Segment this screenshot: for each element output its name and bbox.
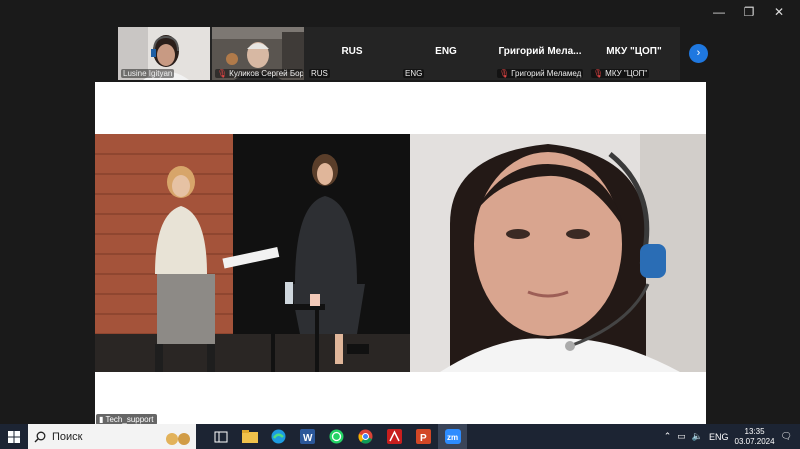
mic-muted-icon: 🎙	[499, 69, 510, 78]
word-button[interactable]: W	[293, 424, 322, 449]
panel-discussion-scene	[95, 134, 410, 372]
close-button[interactable]: ✕	[764, 4, 794, 20]
taskbar: Поиск W P zm ⌃ ▭ 🔈 ENG 13:35 03.07.2024 …	[0, 424, 800, 449]
participant-tile[interactable]: МКУ "ЦОП" 🎙 МКУ "ЦОП"	[588, 27, 680, 80]
powerpoint-button[interactable]: P	[409, 424, 438, 449]
participant-name: 🎙 МКУ "ЦОП"	[591, 69, 650, 78]
participant-display-name: МКУ "ЦОП"	[606, 46, 662, 57]
edge-button[interactable]	[264, 424, 293, 449]
zoom-window: — ❐ ✕ Lusine Igityan 🎙 Куликов Сергей Бо…	[0, 0, 800, 425]
participant-tile[interactable]: ENG ENG	[400, 27, 492, 80]
participant-name: 🎙 Григорий Меламед	[497, 69, 584, 78]
taskbar-apps: W P zm	[206, 424, 467, 449]
mic-muted-icon: 🎙	[217, 69, 228, 78]
zoom-button[interactable]: zm	[438, 424, 467, 449]
svg-text:zm: zm	[447, 433, 458, 442]
panel-video	[95, 134, 410, 372]
participant-strip: Lusine Igityan 🎙 Куликов Сергей Бор... RU…	[118, 27, 680, 80]
task-view-button[interactable]	[206, 424, 235, 449]
search-placeholder: Поиск	[52, 430, 83, 443]
volume-icon[interactable]: 🔈	[692, 431, 703, 442]
system-tray: ⌃ ▭ 🔈 ENG 13:35 03.07.2024 🗨	[664, 424, 800, 449]
participant-name: Lusine Igityan	[121, 69, 175, 78]
shared-screen	[95, 82, 706, 424]
notifications-icon[interactable]: 🗨	[781, 431, 792, 442]
participant-tile[interactable]: RUS RUS	[306, 27, 398, 80]
svg-text:P: P	[420, 433, 427, 444]
acrobat-icon	[387, 429, 402, 444]
search-icon	[34, 431, 46, 442]
participant-name: RUS	[309, 69, 330, 78]
clock-time: 13:35	[744, 426, 765, 436]
participant-tile[interactable]: Григорий Мела... 🎙 Григорий Меламед	[494, 27, 586, 80]
file-explorer-button[interactable]	[235, 424, 264, 449]
powerpoint-icon: P	[416, 429, 431, 444]
minimize-button[interactable]: —	[704, 4, 734, 20]
chevron-up-icon[interactable]: ⌃	[664, 431, 672, 442]
mic-muted-icon: 🎙	[593, 69, 604, 78]
windows-logo-icon	[8, 430, 20, 443]
participant-display-name: ENG	[435, 46, 457, 57]
speaker-scene	[410, 134, 706, 372]
clock[interactable]: 13:35 03.07.2024	[735, 427, 775, 447]
zoom-icon: zm	[444, 429, 461, 444]
signal-bars-icon: ▮	[99, 415, 104, 424]
restore-button[interactable]: ❐	[734, 4, 764, 20]
language-indicator[interactable]: ENG	[709, 432, 729, 442]
participant-tile[interactable]: 🎙 Куликов Сергей Бор...	[212, 27, 304, 80]
chrome-button[interactable]	[351, 424, 380, 449]
start-button[interactable]	[0, 424, 28, 449]
whatsapp-icon	[329, 429, 344, 444]
network-icon[interactable]: ▭	[677, 431, 686, 442]
next-page-button[interactable]: ›	[689, 44, 708, 63]
search-box[interactable]: Поиск	[28, 424, 196, 449]
participant-tile[interactable]: Lusine Igityan	[118, 27, 210, 80]
participant-name-text: Григорий Меламед	[511, 69, 582, 78]
chevron-right-icon: ›	[696, 47, 701, 59]
participant-name-text: МКУ "ЦОП"	[605, 69, 648, 78]
search-highlight-icon	[166, 432, 190, 445]
task-view-icon	[214, 431, 227, 442]
chrome-icon	[358, 429, 373, 444]
svg-text:W: W	[303, 433, 313, 444]
whatsapp-button[interactable]	[322, 424, 351, 449]
participant-display-name: Григорий Мела...	[498, 46, 582, 57]
participant-name-text: Куликов Сергей Бор...	[229, 69, 303, 78]
file-explorer-icon	[241, 430, 258, 443]
edge-icon	[271, 429, 286, 444]
acrobat-button[interactable]	[380, 424, 409, 449]
window-controls: — ❐ ✕	[704, 4, 794, 20]
participant-name: 🎙 Куликов Сергей Бор...	[215, 69, 303, 78]
participant-display-name: RUS	[341, 46, 363, 57]
participant-name: ENG	[403, 69, 425, 78]
speaker-video	[410, 134, 706, 372]
tech-support-name: Tech_support	[105, 415, 154, 424]
word-icon: W	[300, 429, 315, 444]
clock-date: 03.07.2024	[734, 436, 775, 446]
